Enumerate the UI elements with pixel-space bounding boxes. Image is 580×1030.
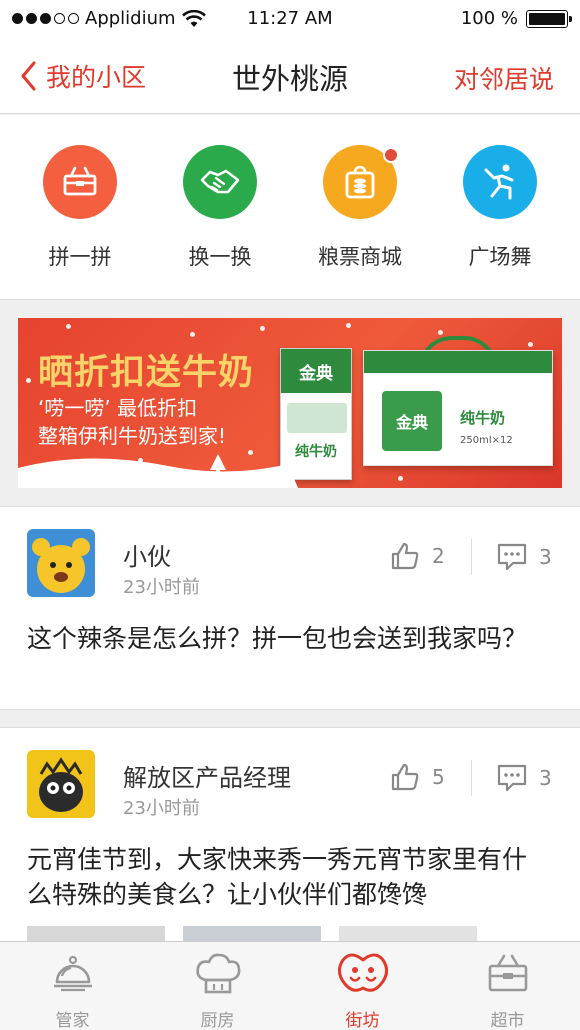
post-username[interactable]: 小伙 (123, 537, 171, 572)
comment-icon (497, 764, 527, 792)
quick-menu-ration-mall[interactable]: 粮票商城 (290, 145, 430, 271)
tab-label: 管家 (55, 1011, 90, 1030)
quick-menu: 拼一拼 换一换 粮票商城 广场舞 (0, 115, 580, 300)
thumbs-up-icon (391, 763, 419, 791)
avatar[interactable] (27, 750, 95, 818)
quick-menu-label: 粮票商城 (318, 245, 402, 269)
shopping-bag-icon (323, 145, 399, 219)
handshake-icon (183, 145, 257, 219)
like-count: 5 (432, 765, 445, 789)
like-count: 2 (432, 544, 445, 568)
tab-bar: 管家 厨房 街坊 超市 (0, 941, 580, 1030)
quick-menu-label: 换一换 (188, 245, 252, 269)
tab-neighborhood[interactable]: 街坊 (290, 942, 435, 1030)
post-username[interactable]: 解放区产品经理 (123, 758, 291, 793)
post-card[interactable]: 小伙 23小时前 2 3 这个辣条是怎么拼？拼一包也会送到我家吗？ (0, 506, 580, 710)
banner-subtitle-2: 整箱伊利牛奶送到家! (38, 424, 227, 448)
tab-supermarket[interactable]: 超市 (435, 942, 580, 1030)
post-content[interactable]: 元宵佳节到，大家快来秀一秀元宵节家里有什么特殊的美食么？让小伙伴们都馋馋 (27, 842, 547, 912)
shopping-basket-icon (488, 954, 527, 992)
comment-count: 3 (539, 545, 552, 569)
tab-butler[interactable]: 管家 (0, 942, 145, 1030)
navigation-bar: 我的小区 世外桃源 对邻居说 (0, 38, 580, 114)
divider (471, 760, 472, 796)
battery-percent: 100 % (460, 8, 518, 29)
promo-banner[interactable]: 金典 纯牛奶 250ml×12 金典 纯牛奶 晒折扣送牛奶 ‘唠一唠’ 最低折扣… (18, 318, 562, 488)
quick-menu-label: 拼一拼 (48, 245, 112, 269)
tab-kitchen[interactable]: 厨房 (145, 942, 290, 1030)
battery-icon (526, 9, 572, 28)
butler-bell-icon (53, 955, 92, 992)
banner-subtitle-1: ‘唠一唠’ 最低折扣 (38, 396, 198, 420)
divider (471, 539, 472, 575)
thumbs-up-icon (391, 542, 419, 570)
comment-count: 3 (539, 766, 552, 790)
quick-menu-label: 广场舞 (468, 245, 532, 269)
comment-icon (497, 543, 527, 571)
post-timestamp: 23小时前 (123, 798, 200, 819)
comment-button[interactable]: 3 (497, 764, 552, 792)
like-button[interactable]: 5 (390, 762, 445, 792)
comment-button[interactable]: 3 (497, 543, 552, 571)
neighbors-icon (337, 953, 388, 992)
tab-label: 超市 (490, 1011, 525, 1030)
post-card[interactable]: 解放区产品经理 23小时前 5 3 元宵佳节到，大家快来秀一秀元宵节家里有什么特… (0, 727, 580, 944)
battery-status: 100 % (460, 8, 572, 29)
quick-menu-square-dance[interactable]: 广场舞 (430, 145, 570, 271)
post-content[interactable]: 这个辣条是怎么拼？拼一包也会送到我家吗？ (27, 621, 547, 656)
notification-dot (383, 147, 399, 163)
post-to-neighbors-button[interactable]: 对邻居说 (454, 60, 554, 96)
banner-title: 晒折扣送牛奶 (38, 353, 255, 393)
tab-label: 街坊 (345, 1011, 380, 1030)
dancer-icon (463, 145, 537, 219)
quick-menu-group-buy[interactable]: 拼一拼 (10, 145, 150, 271)
chef-hat-icon (195, 953, 240, 994)
tab-label: 厨房 (200, 1011, 235, 1030)
status-bar: Applidium 11:27 AM 100 % (0, 0, 580, 38)
basket-icon (43, 145, 117, 219)
avatar[interactable] (27, 529, 95, 597)
post-timestamp: 23小时前 (123, 577, 200, 598)
quick-menu-swap[interactable]: 换一换 (150, 145, 290, 271)
like-button[interactable]: 2 (390, 541, 445, 571)
